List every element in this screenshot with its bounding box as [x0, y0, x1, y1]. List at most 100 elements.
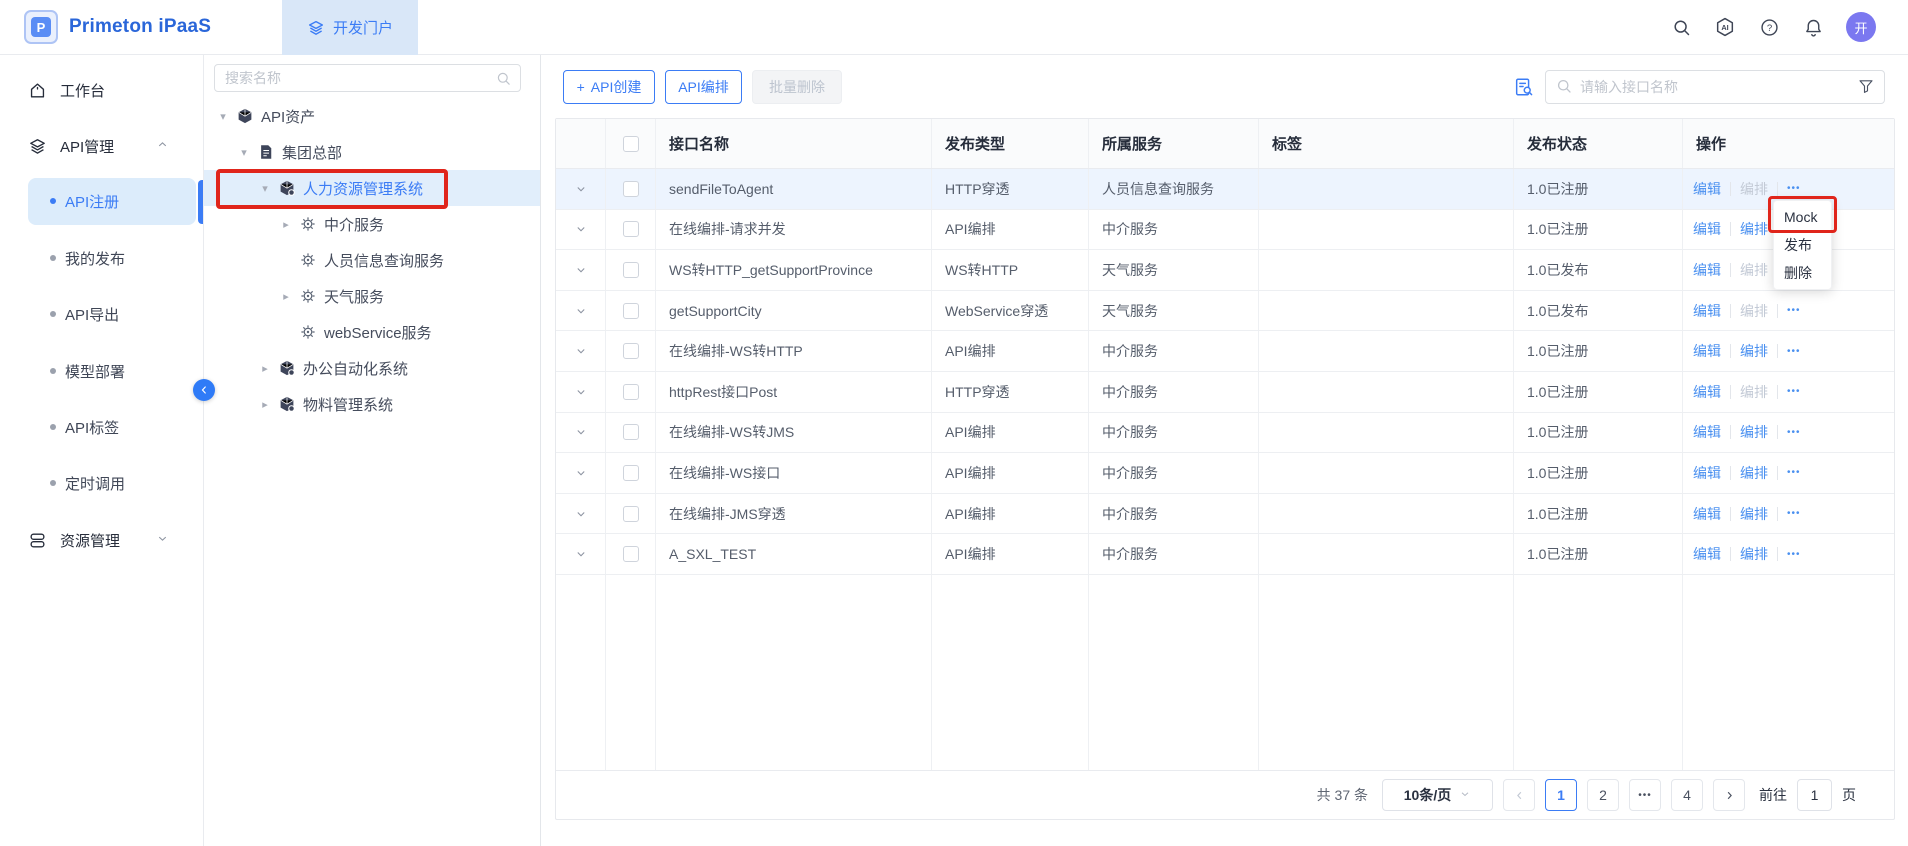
caret-right-icon[interactable]: ▸: [259, 362, 271, 375]
row-checkbox[interactable]: [623, 384, 639, 400]
edit-link[interactable]: 编辑: [1693, 544, 1721, 564]
page-button-2[interactable]: 2: [1587, 779, 1619, 811]
select-all-checkbox[interactable]: [623, 136, 639, 152]
sidebar-item-api-tags[interactable]: API标签: [0, 409, 203, 445]
page-button-4[interactable]: 4: [1671, 779, 1703, 811]
sidebar-item-scheduled-call[interactable]: 定时调用: [0, 465, 203, 501]
sidebar-item-resource-management[interactable]: 资源管理: [0, 522, 203, 558]
row-checkbox[interactable]: [623, 506, 639, 522]
tree-search-input[interactable]: [215, 65, 520, 91]
menu-item-publish[interactable]: 发布: [1774, 231, 1831, 259]
tree-node-hr-system[interactable]: ▾ 人力资源管理系统: [204, 170, 540, 206]
batch-delete-button[interactable]: 批量删除: [752, 70, 842, 104]
row-checkbox[interactable]: [623, 221, 639, 237]
arrange-link[interactable]: 编排: [1740, 382, 1768, 402]
menu-item-mock[interactable]: Mock: [1774, 203, 1831, 231]
sidebar-item-model-deploy[interactable]: 模型部署: [0, 353, 203, 389]
expand-row-icon[interactable]: [574, 425, 588, 439]
edit-link[interactable]: 编辑: [1693, 260, 1721, 280]
tab-dev-portal[interactable]: 开发门户: [282, 0, 418, 55]
edit-link[interactable]: 编辑: [1693, 219, 1721, 239]
row-checkbox[interactable]: [623, 262, 639, 278]
expand-row-icon[interactable]: [574, 344, 588, 358]
more-actions-button[interactable]: •••: [1787, 427, 1801, 438]
edit-link[interactable]: 编辑: [1693, 179, 1721, 199]
tree-node-intermediary-service[interactable]: ▸ 中介服务: [204, 206, 540, 242]
expand-row-icon[interactable]: [574, 222, 588, 236]
row-checkbox[interactable]: [623, 424, 639, 440]
tree-node-weather-service[interactable]: ▸ 天气服务: [204, 278, 540, 314]
ai-assistant-icon[interactable]: AI: [1714, 16, 1736, 38]
expand-row-icon[interactable]: [574, 547, 588, 561]
expand-row-icon[interactable]: [574, 182, 588, 196]
caret-down-icon[interactable]: ▾: [238, 146, 250, 159]
sidebar-item-api-register[interactable]: API注册: [0, 183, 203, 219]
search-icon[interactable]: [1670, 16, 1692, 38]
more-actions-button[interactable]: •••: [1787, 467, 1801, 478]
edit-link[interactable]: 编辑: [1693, 504, 1721, 524]
sidebar-item-api-management[interactable]: API管理: [0, 128, 203, 164]
page-size-select[interactable]: 10条/页: [1382, 779, 1493, 811]
next-page-button[interactable]: [1713, 779, 1745, 811]
more-actions-button[interactable]: •••: [1787, 346, 1801, 357]
edit-link[interactable]: 编辑: [1693, 422, 1721, 442]
collapse-tree-button[interactable]: [193, 379, 215, 401]
tree-node-person-info-service[interactable]: 人员信息查询服务: [204, 242, 540, 278]
chevron-down-icon[interactable]: [156, 532, 169, 549]
caret-down-icon[interactable]: ▾: [259, 182, 271, 195]
caret-down-icon[interactable]: ▾: [217, 110, 229, 123]
api-orchestrate-button[interactable]: API编排: [665, 70, 742, 104]
more-actions-button[interactable]: •••: [1787, 549, 1801, 560]
arrange-link[interactable]: 编排: [1740, 179, 1768, 199]
expand-row-icon[interactable]: [574, 304, 588, 318]
list-search-icon[interactable]: [1513, 76, 1535, 98]
expand-row-icon[interactable]: [574, 466, 588, 480]
goto-page-input[interactable]: [1797, 779, 1832, 811]
more-actions-button[interactable]: •••: [1787, 386, 1801, 397]
api-create-button[interactable]: + API创建: [563, 70, 655, 104]
tree-node-office-automation-system[interactable]: ▸ 办公自动化系统: [204, 350, 540, 386]
tree-node-material-management-system[interactable]: ▸ 物料管理系统: [204, 386, 540, 422]
edit-link[interactable]: 编辑: [1693, 341, 1721, 361]
filter-funnel-icon[interactable]: [1857, 77, 1875, 98]
more-actions-button[interactable]: •••: [1787, 183, 1801, 194]
search-icon[interactable]: [495, 70, 512, 90]
caret-right-icon[interactable]: ▸: [280, 218, 292, 231]
page-ellipsis-button[interactable]: •••: [1629, 779, 1661, 811]
sidebar-item-workbench[interactable]: 工作台: [0, 72, 203, 108]
row-checkbox[interactable]: [623, 181, 639, 197]
menu-item-delete[interactable]: 删除: [1774, 259, 1831, 287]
tree-node-group-hq[interactable]: ▾ 集团总部: [204, 134, 540, 170]
arrange-link[interactable]: 编排: [1740, 463, 1768, 483]
edit-link[interactable]: 编辑: [1693, 382, 1721, 402]
arrange-link[interactable]: 编排: [1740, 544, 1768, 564]
expand-row-icon[interactable]: [574, 263, 588, 277]
tree-node-api-assets[interactable]: ▾ API资产: [204, 98, 540, 134]
sidebar-item-api-export[interactable]: API导出: [0, 296, 203, 332]
arrange-link[interactable]: 编排: [1740, 301, 1768, 321]
arrange-link[interactable]: 编排: [1740, 504, 1768, 524]
row-checkbox[interactable]: [623, 343, 639, 359]
chevron-up-icon[interactable]: [156, 138, 169, 155]
help-icon[interactable]: ?: [1758, 16, 1780, 38]
more-actions-button[interactable]: •••: [1787, 508, 1801, 519]
notifications-bell-icon[interactable]: [1802, 16, 1824, 38]
row-checkbox[interactable]: [623, 465, 639, 481]
arrange-link[interactable]: 编排: [1740, 219, 1768, 239]
tree-node-webservice-service[interactable]: webService服务: [204, 314, 540, 350]
edit-link[interactable]: 编辑: [1693, 463, 1721, 483]
caret-right-icon[interactable]: ▸: [259, 398, 271, 411]
user-avatar[interactable]: 开: [1846, 12, 1876, 42]
arrange-link[interactable]: 编排: [1740, 260, 1768, 280]
arrange-link[interactable]: 编排: [1740, 341, 1768, 361]
more-actions-button[interactable]: •••: [1787, 305, 1801, 316]
arrange-link[interactable]: 编排: [1740, 422, 1768, 442]
sidebar-item-my-publish[interactable]: 我的发布: [0, 240, 203, 276]
edit-link[interactable]: 编辑: [1693, 301, 1721, 321]
expand-row-icon[interactable]: [574, 507, 588, 521]
row-checkbox[interactable]: [623, 303, 639, 319]
caret-right-icon[interactable]: ▸: [280, 290, 292, 303]
api-search-input[interactable]: [1546, 71, 1884, 103]
prev-page-button[interactable]: [1503, 779, 1535, 811]
row-checkbox[interactable]: [623, 546, 639, 562]
